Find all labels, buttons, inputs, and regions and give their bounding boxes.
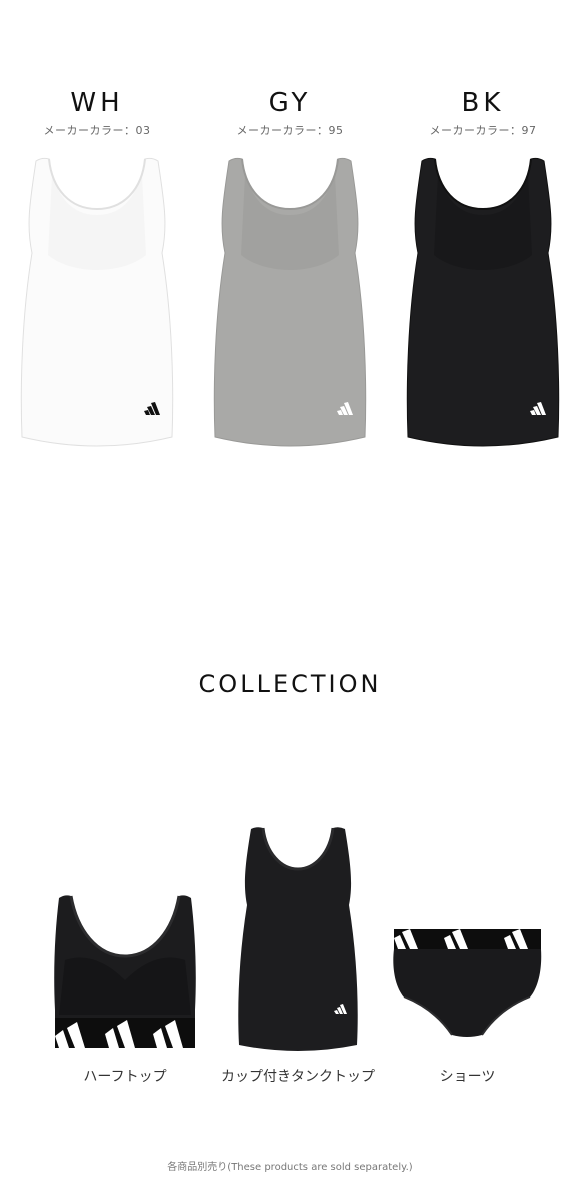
maker-color: メーカーカラー：97 — [429, 124, 537, 137]
color-variant-gy: GY メーカーカラー：95 — [205, 88, 375, 138]
tank-cup — [48, 175, 146, 270]
half-top-image — [54, 895, 196, 1048]
tank-top-wh-image — [20, 157, 174, 447]
tank-cup — [241, 175, 339, 270]
color-variant-wh: WH メーカーカラー：03 — [12, 88, 182, 138]
maker-color: メーカーカラー：03 — [43, 124, 151, 137]
color-code: WH — [70, 88, 124, 118]
tank-cup — [434, 175, 532, 270]
color-code: BK — [461, 88, 505, 118]
shorts-image — [393, 929, 542, 1037]
tank-body — [406, 157, 560, 447]
tank-body — [213, 157, 367, 447]
tank-top-gy-image — [213, 157, 367, 447]
cup-tank-top-label: カップ付きタンクトップ — [221, 1069, 375, 1085]
color-code: GY — [268, 88, 312, 118]
color-variant-bk: BK メーカーカラー：97 — [398, 88, 568, 138]
tank-body — [20, 157, 174, 447]
half-top-label: ハーフトップ — [83, 1069, 167, 1085]
sold-separately-note: 各商品別売り(These products are sold separatel… — [167, 1162, 413, 1173]
cup-tank-top-image — [238, 827, 358, 1051]
tank-top-bk-image — [406, 157, 560, 447]
shorts-label: ショーツ — [439, 1069, 496, 1085]
collection-title: COLLECTION — [198, 670, 382, 698]
maker-color: メーカーカラー：95 — [236, 124, 344, 137]
